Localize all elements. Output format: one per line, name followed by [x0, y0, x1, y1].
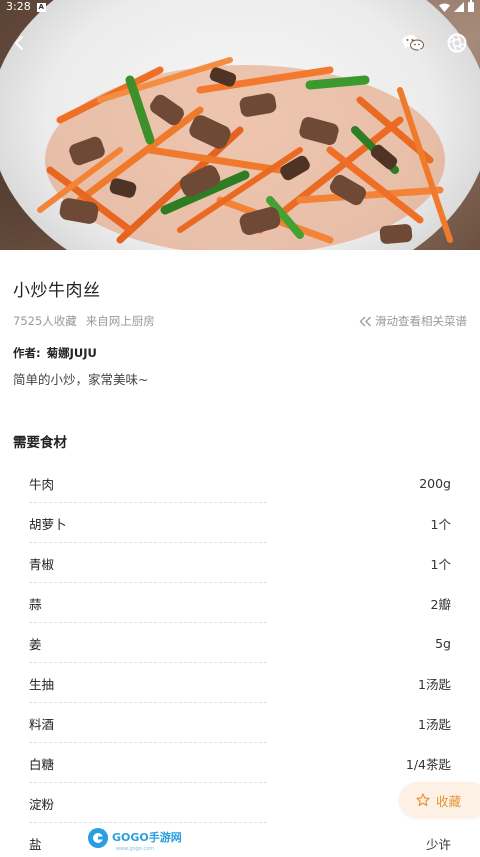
notification-badge: A: [36, 2, 46, 12]
ingredient-quantity: 1个: [430, 516, 451, 532]
ingredient-name: 淀粉: [29, 796, 55, 812]
ingredient-name: 青椒: [29, 556, 55, 572]
ingredient-name: 料酒: [29, 716, 55, 732]
ingredient-name: 蒜: [29, 596, 42, 612]
ingredient-name: 姜: [29, 636, 42, 652]
battery-icon: [468, 0, 474, 12]
camera-shutter-icon: [447, 33, 467, 53]
related-recipes-hint[interactable]: 滑动查看相关菜谱: [359, 313, 467, 329]
ingredient-name: 盐: [29, 836, 42, 852]
ingredient-row: 蒜 2瓣: [29, 583, 451, 623]
ingredient-row: 胡萝卜 1个: [29, 503, 451, 543]
ingredient-row: 白糖 1/4茶匙: [29, 743, 451, 783]
author-label: 作者:: [13, 346, 41, 360]
camera-button[interactable]: [444, 30, 470, 56]
ingredient-row: 姜 5g: [29, 623, 451, 663]
ingredient-quantity: 1/4茶匙: [405, 756, 451, 772]
ingredient-name: 白糖: [29, 756, 55, 772]
author-name[interactable]: 菊娜JUJU: [47, 346, 97, 360]
ingredient-quantity: 1汤匙: [418, 716, 451, 732]
recipe-meta: 7525人收藏 来自网上厨房: [13, 313, 155, 329]
recipe-source: 来自网上厨房: [85, 314, 155, 328]
status-time: 3:28: [6, 0, 31, 13]
ingredient-name: 生抽: [29, 676, 55, 692]
favorite-button[interactable]: 收藏: [399, 782, 480, 818]
watermark-text: GOGO手游网: [112, 830, 182, 844]
star-icon: [416, 793, 430, 807]
ingredient-row: 牛肉 200g: [29, 463, 451, 503]
favorite-label: 收藏: [436, 793, 462, 809]
back-button[interactable]: [6, 30, 32, 56]
signal-icon: [454, 2, 464, 12]
wechat-icon: [402, 35, 424, 52]
ingredient-quantity: 5g: [435, 635, 451, 651]
ingredient-quantity: 少许: [425, 836, 451, 852]
ingredient-quantity: 1汤匙: [418, 676, 451, 692]
ingredient-name: 胡萝卜: [29, 516, 67, 532]
ingredient-row: 淀粉: [29, 783, 451, 823]
watermark-subtext: www.gogo.com: [116, 846, 154, 852]
recipe-description: 简单的小炒，家常美味~: [13, 372, 149, 387]
ingredient-row: 生抽 1汤匙: [29, 663, 451, 703]
ingredient-row: 青椒 1个: [29, 543, 451, 583]
wifi-icon: [439, 3, 450, 12]
related-hint-label: 滑动查看相关菜谱: [375, 314, 467, 328]
ingredient-quantity: 200g: [419, 475, 451, 491]
back-arrow-icon: [15, 36, 23, 50]
favorites-count: 7525人收藏: [13, 314, 77, 328]
gogo-watermark-logo: GOGO手游网 www.gogo.com: [88, 828, 182, 852]
ingredient-name: 牛肉: [29, 476, 55, 492]
wechat-share-button[interactable]: [400, 30, 426, 56]
recipe-title: 小炒牛肉丝: [13, 281, 101, 301]
ingredient-quantity: 1个: [430, 556, 451, 572]
ingredients-list: 牛肉 200g 胡萝卜 1个 青椒 1个 蒜 2瓣 姜 5g 生抽 1汤匙 料酒…: [29, 463, 451, 857]
ingredient-quantity: 2瓣: [430, 596, 451, 612]
author-line: 作者: 菊娜JUJU: [13, 345, 97, 361]
double-chevron-left-icon: [359, 316, 371, 326]
status-bar: 3:28 A: [0, 0, 480, 14]
ingredients-heading: 需要食材: [13, 435, 67, 451]
ingredient-row: 料酒 1汤匙: [29, 703, 451, 743]
